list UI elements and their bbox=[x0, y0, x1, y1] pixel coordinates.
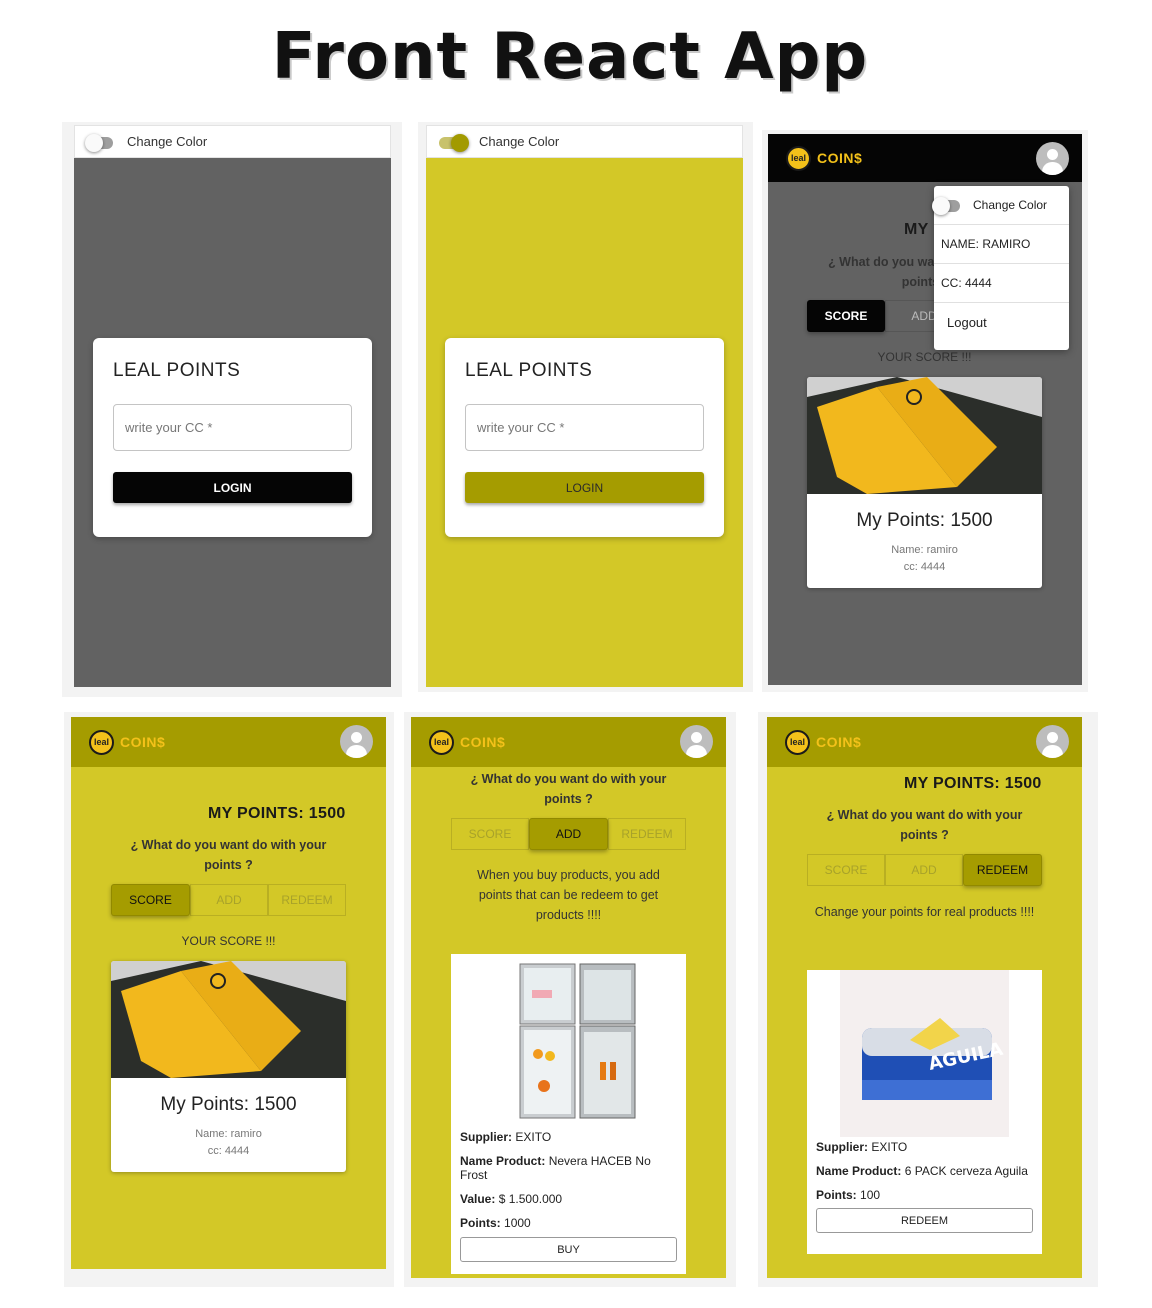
question-text: ¿ What do you want do with your points ? bbox=[130, 838, 327, 872]
tab-score[interactable]: SCORE bbox=[807, 300, 885, 332]
leal-logo-icon: leal bbox=[785, 729, 810, 755]
menu-item-logout[interactable]: Logout bbox=[934, 303, 1069, 342]
card-points: My Points: 1500 bbox=[856, 510, 993, 531]
avatar-icon[interactable] bbox=[1036, 142, 1069, 175]
tab-add[interactable]: ADD bbox=[885, 854, 963, 886]
product-supplier: Supplier: EXITO bbox=[816, 1140, 908, 1154]
menu-item-cc: CC: 4444 bbox=[934, 264, 1069, 303]
leal-logo-icon: leal bbox=[429, 729, 454, 755]
app-bar: leal COIN$ bbox=[411, 717, 726, 767]
tab-redeem[interactable]: REDEEM bbox=[608, 818, 686, 850]
color-switch[interactable] bbox=[85, 133, 117, 152]
product-card: AGUILA Supplier: EXITO Name Product: 6 P… bbox=[807, 970, 1042, 1254]
add-screen: leal COIN$ ¿ What do you want do with yo… bbox=[411, 717, 726, 1278]
product-supplier: Supplier: EXITO bbox=[460, 1130, 552, 1144]
avatar-icon[interactable] bbox=[340, 725, 373, 758]
menu-color-toggle[interactable]: Change Color bbox=[932, 186, 1069, 225]
cc-input[interactable] bbox=[465, 404, 704, 451]
color-switch[interactable] bbox=[439, 133, 469, 152]
buy-button[interactable]: BUY bbox=[460, 1237, 677, 1262]
redeem-screen: leal COIN$ MY POINTS: 1500 ¿ What do you… bbox=[767, 717, 1082, 1278]
app-bar: leal COIN$ bbox=[768, 134, 1082, 182]
action-tabs: SCORE ADD REDEEM bbox=[807, 854, 1042, 886]
leal-logo-icon: leal bbox=[89, 729, 114, 755]
fridge-image bbox=[460, 954, 677, 1124]
product-name: Name Product: Nevera HACEB No Frost bbox=[460, 1154, 651, 1182]
score-screen-gray: leal COIN$ MY POINTS: 1500 ¿ What do you… bbox=[768, 134, 1082, 685]
score-card: My Points: 1500 Name: ramiro cc: 4444 bbox=[111, 961, 346, 1172]
add-description: When you buy products, you add points th… bbox=[477, 868, 660, 922]
login-button[interactable]: LOGIN bbox=[113, 472, 352, 503]
leal-card-photo bbox=[807, 377, 1042, 494]
beer-pack-image: AGUILA bbox=[840, 970, 1009, 1137]
login-card: LEAL POINTS LOGIN bbox=[445, 338, 724, 537]
app-bar: leal COIN$ bbox=[767, 717, 1082, 767]
tab-redeem[interactable]: REDEEM bbox=[268, 884, 346, 916]
my-points-title: MY POINTS: 1500 bbox=[208, 805, 346, 822]
menu-item-name: NAME: RAMIRO bbox=[934, 225, 1069, 264]
product-value: Value: $ 1.500.000 bbox=[460, 1192, 563, 1206]
color-toggle-bar: Change Color bbox=[426, 125, 743, 158]
page-title: Front React App bbox=[271, 20, 869, 94]
color-switch-label: Change Color bbox=[479, 134, 560, 149]
product-points: Points: 100 bbox=[816, 1188, 881, 1202]
product-points: Points: 1000 bbox=[460, 1216, 531, 1230]
your-score-label: YOUR SCORE !!! bbox=[877, 350, 972, 364]
product-name: Name Product: 6 PACK cerveza Aguila bbox=[816, 1164, 1028, 1178]
login-title: LEAL POINTS bbox=[113, 360, 241, 381]
avatar-icon[interactable] bbox=[680, 725, 713, 758]
tab-score[interactable]: SCORE bbox=[111, 884, 190, 916]
tab-score[interactable]: SCORE bbox=[451, 818, 529, 850]
product-card: Supplier: EXITO Name Product: Nevera HAC… bbox=[451, 954, 686, 1274]
score-card: My Points: 1500 Name: ramiro cc: 4444 bbox=[807, 377, 1042, 588]
login-screen-gray: Change Color LEAL POINTS LOGIN bbox=[74, 125, 391, 687]
login-card: LEAL POINTS LOGIN bbox=[93, 338, 372, 537]
leal-card-photo bbox=[111, 961, 346, 1078]
score-screen-yellow: leal COIN$ MY POINTS: 1500 ¿ What do you… bbox=[71, 717, 386, 1269]
avatar-icon[interactable] bbox=[1036, 725, 1069, 758]
leal-coins-logo: leal COIN$ bbox=[89, 729, 165, 755]
menu-toggle-label: Change Color bbox=[973, 198, 1048, 212]
redeem-description: Change your points for real products !!!… bbox=[814, 905, 1035, 919]
card-name: Name: ramiro bbox=[195, 1128, 262, 1140]
login-button[interactable]: LOGIN bbox=[465, 472, 704, 503]
tab-redeem[interactable]: REDEEM bbox=[963, 854, 1042, 886]
login-screen-yellow: Change Color LEAL POINTS LOGIN bbox=[426, 125, 743, 687]
color-switch-label: Change Color bbox=[127, 134, 208, 149]
leal-coins-logo: leal COIN$ bbox=[786, 145, 862, 171]
tab-add[interactable]: ADD bbox=[190, 884, 268, 916]
color-switch[interactable] bbox=[932, 197, 964, 215]
cc-input[interactable] bbox=[113, 404, 352, 451]
tab-add[interactable]: ADD bbox=[529, 818, 608, 850]
user-menu: Change Color NAME: RAMIRO CC: 4444 Logou… bbox=[932, 186, 1069, 350]
card-name: Name: ramiro bbox=[891, 544, 958, 556]
your-score-label: YOUR SCORE !!! bbox=[181, 934, 276, 948]
action-tabs: SCORE ADD REDEEM bbox=[451, 818, 686, 850]
color-toggle-bar: Change Color bbox=[74, 125, 391, 158]
action-tabs: SCORE ADD REDEEM bbox=[111, 884, 346, 916]
app-bar: leal COIN$ bbox=[71, 717, 386, 767]
leal-coins-logo: leal COIN$ bbox=[429, 729, 505, 755]
question-text: ¿ What do you want do with your points ? bbox=[826, 808, 1023, 842]
login-title: LEAL POINTS bbox=[465, 360, 593, 381]
card-cc: cc: 4444 bbox=[207, 1145, 250, 1157]
card-cc: cc: 4444 bbox=[903, 561, 946, 573]
my-points-title: MY POINTS: 1500 bbox=[904, 775, 1042, 792]
redeem-button[interactable]: REDEEM bbox=[816, 1208, 1033, 1233]
tab-score[interactable]: SCORE bbox=[807, 854, 885, 886]
question-text: ¿ What do you want do with your points ? bbox=[470, 772, 667, 806]
leal-coins-logo: leal COIN$ bbox=[785, 729, 861, 755]
card-points: My Points: 1500 bbox=[160, 1094, 297, 1115]
leal-logo-icon: leal bbox=[786, 145, 811, 171]
